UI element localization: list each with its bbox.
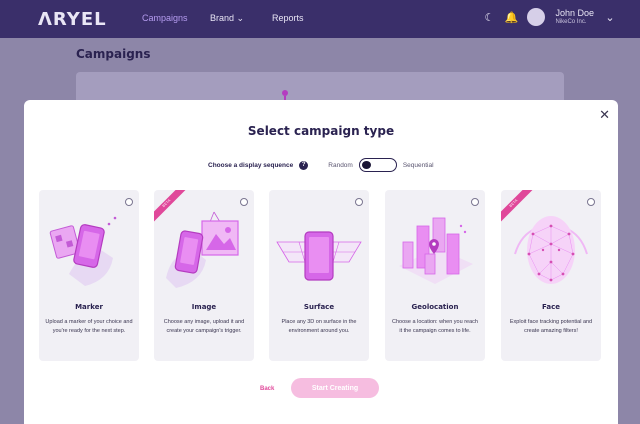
chevron-down-icon: ⌄ [236,13,245,23]
option-random: Random [328,161,353,169]
bell-icon[interactable]: 🔔 [505,11,519,24]
marker-illustration [49,216,117,286]
modal-title: Select campaign type [247,124,395,138]
card-title: Face [542,303,560,311]
user-menu[interactable]: John Doe NikeCo Inc. [555,8,594,25]
page-title: Campaigns [76,47,151,61]
nav-campaigns[interactable]: Campaigns [142,13,188,23]
close-icon[interactable]: ✕ [599,107,610,123]
user-name: John Doe [555,8,594,19]
card-description: Place any 3D on surface in the environme… [281,319,357,334]
surface-illustration [276,231,362,281]
card-marker[interactable]: Marker Upload a marker of your choice an… [39,190,139,361]
card-description: Exploit face tracking potential and crea… [509,319,593,334]
card-description: Upload a marker of your choice and you'r… [45,319,133,334]
sequence-label: Choose a display sequence [208,161,294,169]
help-icon[interactable]: ? [299,160,309,170]
chevron-down-icon[interactable]: ⌄ [604,11,616,24]
aryel-logo[interactable]: ΛRYEL [38,9,107,30]
image-illustration [166,211,239,288]
card-description: Choose a location: when you reach it the… [392,319,478,334]
geolocation-illustration [399,217,473,284]
start-creating-button[interactable]: Start Creating [291,378,379,398]
back-button[interactable]: Back [260,386,274,392]
campaign-type-cards: Marker Upload a marker of your choice an… [39,190,601,361]
card-description: Choose any image, upload it and create y… [163,319,245,334]
user-company: NikeCo Inc. [555,18,587,25]
moon-icon[interactable]: ☾ [483,11,495,24]
select-campaign-modal: ✕ Select campaign type Choose a display … [24,100,618,424]
avatar[interactable] [527,8,546,26]
sequence-toggle[interactable] [358,158,397,172]
display-sequence-row: Choose a display sequence ? Random Seque… [208,158,434,172]
card-title: Surface [303,303,335,311]
option-sequential: Sequential [402,161,434,169]
nav-brand[interactable]: Brand ⌄ [210,13,244,24]
card-face[interactable]: BETA Face Exploit face tracking potentia… [501,190,601,361]
top-navigation-bar: ΛRYEL Campaigns Brand ⌄ Reports ☾ 🔔 John… [0,0,640,38]
card-title: Geolocation [411,303,459,311]
card-surface[interactable]: Surface Place any 3D on surface in the e… [269,190,369,361]
card-title: Image [191,303,217,311]
toggle-knob [361,161,371,169]
card-geolocation[interactable]: Geolocation Choose a location: when you … [385,190,485,361]
card-image[interactable]: BETA Image Choose any image, upload it a… [154,190,254,361]
face-illustration [514,216,588,284]
card-title: Marker [75,303,103,311]
nav-reports[interactable]: Reports [272,13,304,23]
